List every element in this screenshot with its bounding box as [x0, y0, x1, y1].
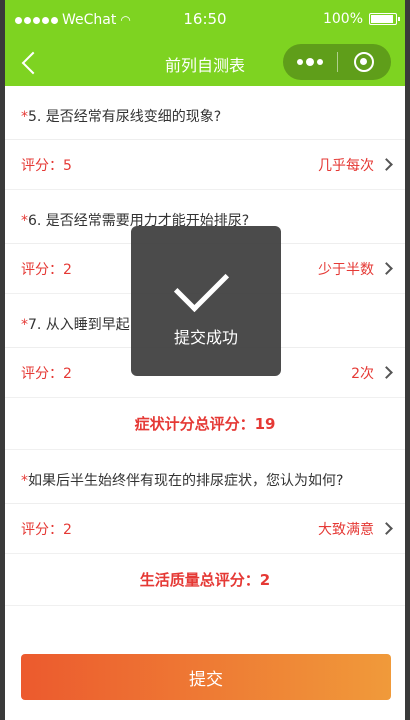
answer-select[interactable]: 2次: [351, 363, 393, 383]
score-label: 评分：2: [21, 521, 72, 538]
answer-select[interactable]: 几乎每次: [318, 155, 393, 175]
battery-percent: 100%: [322, 11, 363, 27]
success-toast: 提交成功: [131, 226, 281, 376]
answer-value: 大致满意: [318, 521, 374, 538]
chevron-right-icon: [380, 262, 393, 275]
required-star: *: [21, 317, 28, 333]
mini-program-capsule: [283, 44, 391, 80]
close-target-icon[interactable]: [337, 52, 391, 72]
answer-value: 几乎每次: [318, 157, 374, 174]
question-quality: *如果后半生始终伴有现在的排尿症状，您认为如何?: [5, 450, 405, 504]
checkmark-icon: [181, 266, 231, 302]
answer-value: 2次: [351, 365, 374, 382]
answer-row-quality[interactable]: 评分：2 大致满意: [5, 504, 405, 554]
question-text: 7. 从入睡到早起: [28, 317, 130, 333]
quality-total: 生活质量总评分：2: [5, 554, 405, 606]
toast-message: 提交成功: [173, 328, 238, 347]
symptom-total: 症状计分总评分：19: [5, 398, 405, 450]
header: WeChat ◠ 16:50 100% 前列自测表: [5, 0, 405, 86]
chevron-right-icon: [380, 522, 393, 535]
question-text: 5. 是否经常有尿线变细的现象?: [28, 109, 222, 125]
battery-icon: [369, 13, 400, 25]
question-5: *5. 是否经常有尿线变细的现象?: [5, 86, 405, 140]
answer-select[interactable]: 少于半数: [318, 259, 393, 279]
required-star: *: [21, 109, 28, 125]
answer-row-5[interactable]: 评分：5 几乎每次: [5, 140, 405, 190]
chevron-right-icon: [380, 158, 393, 171]
submit-button[interactable]: 提交: [21, 654, 391, 700]
required-star: *: [21, 473, 28, 489]
score-label: 评分：2: [21, 365, 72, 382]
question-text: 如果后半生始终伴有现在的排尿症状，您认为如何?: [28, 473, 344, 489]
score-label: 评分：2: [21, 261, 72, 278]
answer-select[interactable]: 大致满意: [318, 519, 393, 539]
answer-value: 少于半数: [318, 261, 374, 278]
required-star: *: [21, 213, 28, 229]
chevron-right-icon: [380, 366, 393, 379]
phone-screen: WeChat ◠ 16:50 100% 前列自测表 *5. 是否经常有尿线变细的…: [5, 0, 405, 720]
more-dots-icon[interactable]: [283, 57, 337, 66]
score-label: 评分：5: [21, 157, 72, 174]
battery-status: 100%: [322, 11, 400, 27]
nav-bar: 前列自测表: [5, 40, 405, 86]
status-bar: WeChat ◠ 16:50 100%: [5, 0, 405, 40]
